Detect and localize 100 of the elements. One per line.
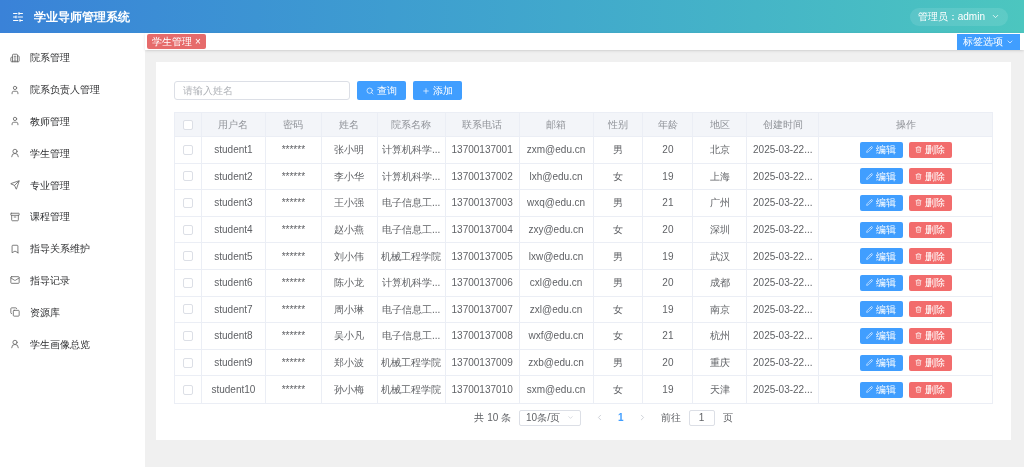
checkbox[interactable] xyxy=(183,119,193,130)
table-cell-text: student5 xyxy=(214,249,253,264)
checkbox[interactable] xyxy=(183,277,193,288)
table-cell-text: 赵小燕 xyxy=(334,223,365,238)
sidebar-item[interactable]: 院系负责人管理 xyxy=(0,73,145,106)
table-cell-text: 郑小波 xyxy=(334,356,365,371)
trash-icon xyxy=(915,252,923,260)
search-field[interactable]: 请输入姓名 xyxy=(174,81,350,100)
edit-button[interactable]: 编辑 xyxy=(859,195,903,211)
delete-button[interactable]: 删除 xyxy=(908,327,952,344)
edit-button[interactable]: 编辑 xyxy=(859,274,903,291)
delete-button[interactable]: 删除 xyxy=(908,195,952,211)
trash-icon xyxy=(915,305,923,313)
table-cell-text: 20 xyxy=(662,143,674,158)
edit-button[interactable]: 编辑 xyxy=(859,141,903,158)
table-cell-text: lxw@edu.cn xyxy=(528,249,584,264)
table-cell-text: 13700137008 xyxy=(451,329,513,344)
table-cell-text: 电子信息工... xyxy=(382,329,441,344)
table-cell-text: 机械工程学院 xyxy=(381,356,442,371)
delete-button[interactable]: 删除 xyxy=(908,381,952,398)
column-header: 地区 xyxy=(709,118,730,132)
sidebar-item[interactable]: 资源库 xyxy=(0,296,145,329)
table-cell-text: ****** xyxy=(281,302,306,317)
table-cell-text: 2025-03-22... xyxy=(753,356,813,371)
table-cell-text: 武汉 xyxy=(709,249,730,264)
page-number[interactable]: 1 xyxy=(612,410,630,426)
edit-button[interactable]: 编辑 xyxy=(859,301,903,318)
table-cell-text: zxy@edu.cn xyxy=(528,223,584,238)
user-menu[interactable]: 管理员：admin xyxy=(909,7,1008,26)
table-cell-text: 13700137001 xyxy=(451,143,513,158)
table-cell-text: 刘小伟 xyxy=(334,249,365,264)
table-cell-text: 13700137005 xyxy=(451,249,513,264)
close-icon[interactable]: × xyxy=(195,34,201,49)
pencil-icon xyxy=(866,305,874,313)
table-cell-text: 20 xyxy=(662,356,674,371)
sidebar-item[interactable]: 学生画像总览 xyxy=(0,328,145,360)
delete-button[interactable]: 删除 xyxy=(908,274,952,291)
table-cell-text: 21 xyxy=(662,196,674,211)
sidebar-item[interactable]: 学生管理 xyxy=(0,137,145,170)
edit-button[interactable]: 编辑 xyxy=(859,168,903,185)
table-cell-text: 天津 xyxy=(709,383,730,398)
send-icon xyxy=(10,180,20,191)
table-cell-text: 电子信息工... xyxy=(382,302,441,317)
checkbox[interactable] xyxy=(183,144,193,155)
page-input[interactable]: 1 xyxy=(688,409,715,426)
table-cell-text: 女 xyxy=(612,169,623,184)
table-cell-text: 13700137007 xyxy=(451,302,513,317)
checkbox[interactable] xyxy=(183,198,193,208)
sidebar-item[interactable]: 指导关系维护 xyxy=(0,232,145,265)
tag-options-button[interactable]: 标签选项 xyxy=(957,33,1020,50)
table-cell-text: ****** xyxy=(281,196,306,211)
sidebar-item[interactable]: 院系管理 xyxy=(0,42,145,74)
delete-button[interactable]: 删除 xyxy=(908,248,952,265)
sidebar-item[interactable]: 专业管理 xyxy=(0,169,145,201)
edit-button[interactable]: 编辑 xyxy=(859,354,903,371)
checkbox[interactable] xyxy=(183,384,193,395)
edit-button[interactable]: 编辑 xyxy=(859,248,903,265)
edit-button[interactable]: 编辑 xyxy=(859,221,903,238)
table-cell-text: student6 xyxy=(214,276,253,291)
menu-icon[interactable] xyxy=(12,10,24,23)
delete-button[interactable]: 删除 xyxy=(908,221,952,238)
sidebar-item[interactable]: 课程管理 xyxy=(0,201,145,233)
checkbox[interactable] xyxy=(183,171,193,182)
checkbox[interactable] xyxy=(183,304,193,315)
column-header: 创建时间 xyxy=(762,118,803,132)
table-cell-text: 电子信息工... xyxy=(382,223,441,238)
edit-button[interactable]: 编辑 xyxy=(859,327,903,344)
page-size-select[interactable]: 10条/页 xyxy=(519,409,582,426)
edit-button[interactable]: 编辑 xyxy=(859,381,903,398)
table-cell-text: ****** xyxy=(281,329,306,344)
table-cell-text: 广州 xyxy=(709,196,730,211)
delete-button[interactable]: 删除 xyxy=(908,301,952,318)
checkbox[interactable] xyxy=(183,224,193,235)
table-cell-text: 成都 xyxy=(709,276,730,291)
pencil-icon xyxy=(866,226,874,234)
sidebar-item[interactable]: 教师管理 xyxy=(0,105,145,138)
trash-icon xyxy=(915,199,923,207)
person-icon xyxy=(10,116,20,127)
delete-button[interactable]: 删除 xyxy=(908,168,952,185)
table-cell-text: wxf@edu.cn xyxy=(528,329,584,344)
query-button[interactable]: 查询 xyxy=(357,81,406,100)
table-cell-text: 13700137009 xyxy=(451,356,513,371)
add-button[interactable]: 添加 xyxy=(413,81,462,100)
table-cell-text: 男 xyxy=(612,276,623,291)
table-cell-text: 计算机科学... xyxy=(382,143,441,158)
pencil-icon xyxy=(866,386,874,394)
checkbox[interactable] xyxy=(183,357,193,368)
table-cell-text: 2025-03-22... xyxy=(753,143,813,158)
delete-button[interactable]: 删除 xyxy=(908,354,952,371)
table-cell-text: student1 xyxy=(214,143,253,158)
checkbox[interactable] xyxy=(183,251,193,262)
bookmark-icon xyxy=(10,243,20,254)
checkbox[interactable] xyxy=(183,330,193,341)
table-cell-text: ****** xyxy=(281,169,306,184)
sidebar-item[interactable]: 指导记录 xyxy=(0,264,145,297)
table-cell-text: 女 xyxy=(612,223,623,238)
trash-icon xyxy=(915,146,923,154)
tag[interactable]: 学生管理 × xyxy=(147,34,206,49)
table-cell-text: ****** xyxy=(281,276,306,291)
delete-button[interactable]: 删除 xyxy=(908,141,952,158)
